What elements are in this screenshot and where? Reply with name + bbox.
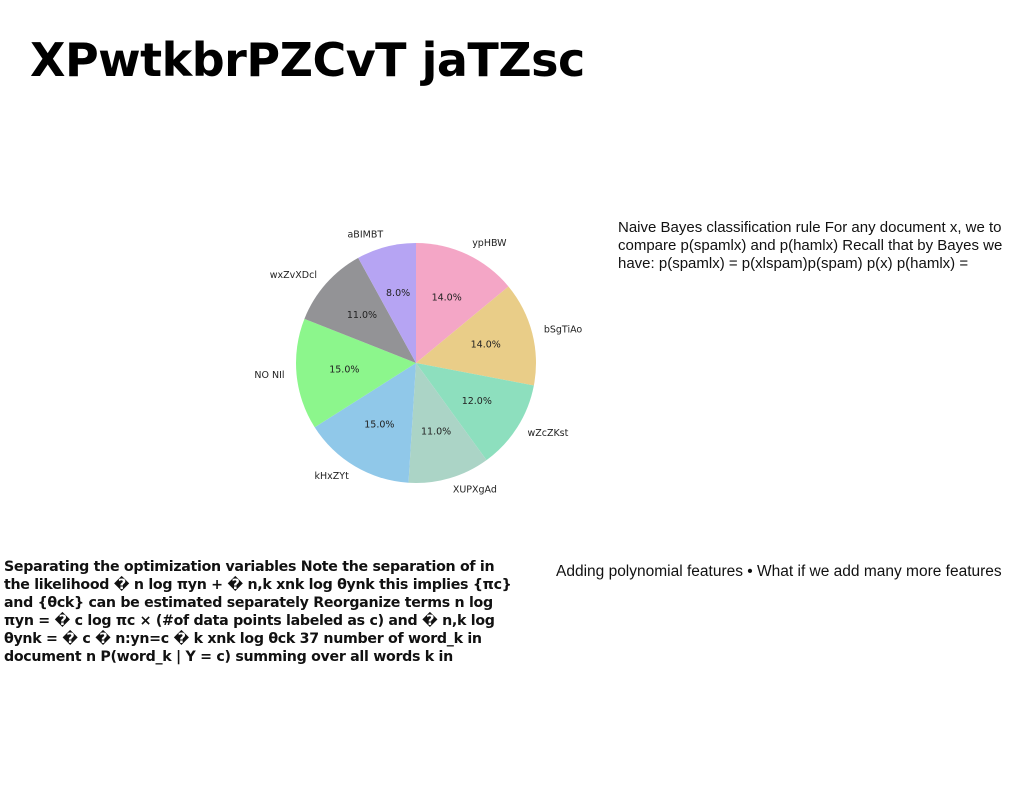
pie-pct-label-bsgtiao: 14.0% <box>471 340 501 351</box>
pie-category-label-abimbt: aBIMBT <box>347 230 383 241</box>
pie-category-label-yphbw: ypHBW <box>472 238 507 249</box>
pie-pct-label-wzczkst: 12.0% <box>462 396 492 407</box>
pie-category-label-khxzyt: kHxZYt <box>314 471 349 482</box>
pie-category-label-wxzvxdcl: wxZvXDcl <box>270 270 317 281</box>
page-title: XPwtkbrPZCvT jaTZsc <box>30 33 585 87</box>
pie-chart-svg: 14.0% ypHBW 14.0% bSgTiAo 12.0% wZcZKst 11.0% X… <box>254 230 583 496</box>
pie-pct-label-no-nil: 15.0% <box>329 364 359 375</box>
pie-category-label-wzczkst: wZcZKst <box>527 428 568 439</box>
naive-bayes-text: Naive Bayes classification rule For any … <box>618 219 1003 272</box>
pie-pct-label-khxzyt: 15.0% <box>364 419 394 430</box>
pie-category-label-no-nil: NO NIl <box>254 370 284 381</box>
polynomial-features-text: Adding polynomial features • What if we … <box>556 563 1002 580</box>
optimization-text: Separating the optimization variables No… <box>4 559 512 665</box>
pie-pct-label-abimbt: 8.0% <box>386 288 410 299</box>
pie-category-label-bsgtiao: bSgTiAo <box>544 325 583 336</box>
pie-pct-label-wxzvxdcl: 11.0% <box>347 310 377 321</box>
pie-pct-label-yphbw: 14.0% <box>432 292 462 303</box>
pie-chart: 14.0% ypHBW 14.0% bSgTiAo 12.0% wZcZKst 11.0% X… <box>250 215 590 505</box>
pie-pct-label-xupxgad: 11.0% <box>421 427 451 438</box>
pie-category-label-xupxgad: XUPXgAd <box>453 484 497 495</box>
